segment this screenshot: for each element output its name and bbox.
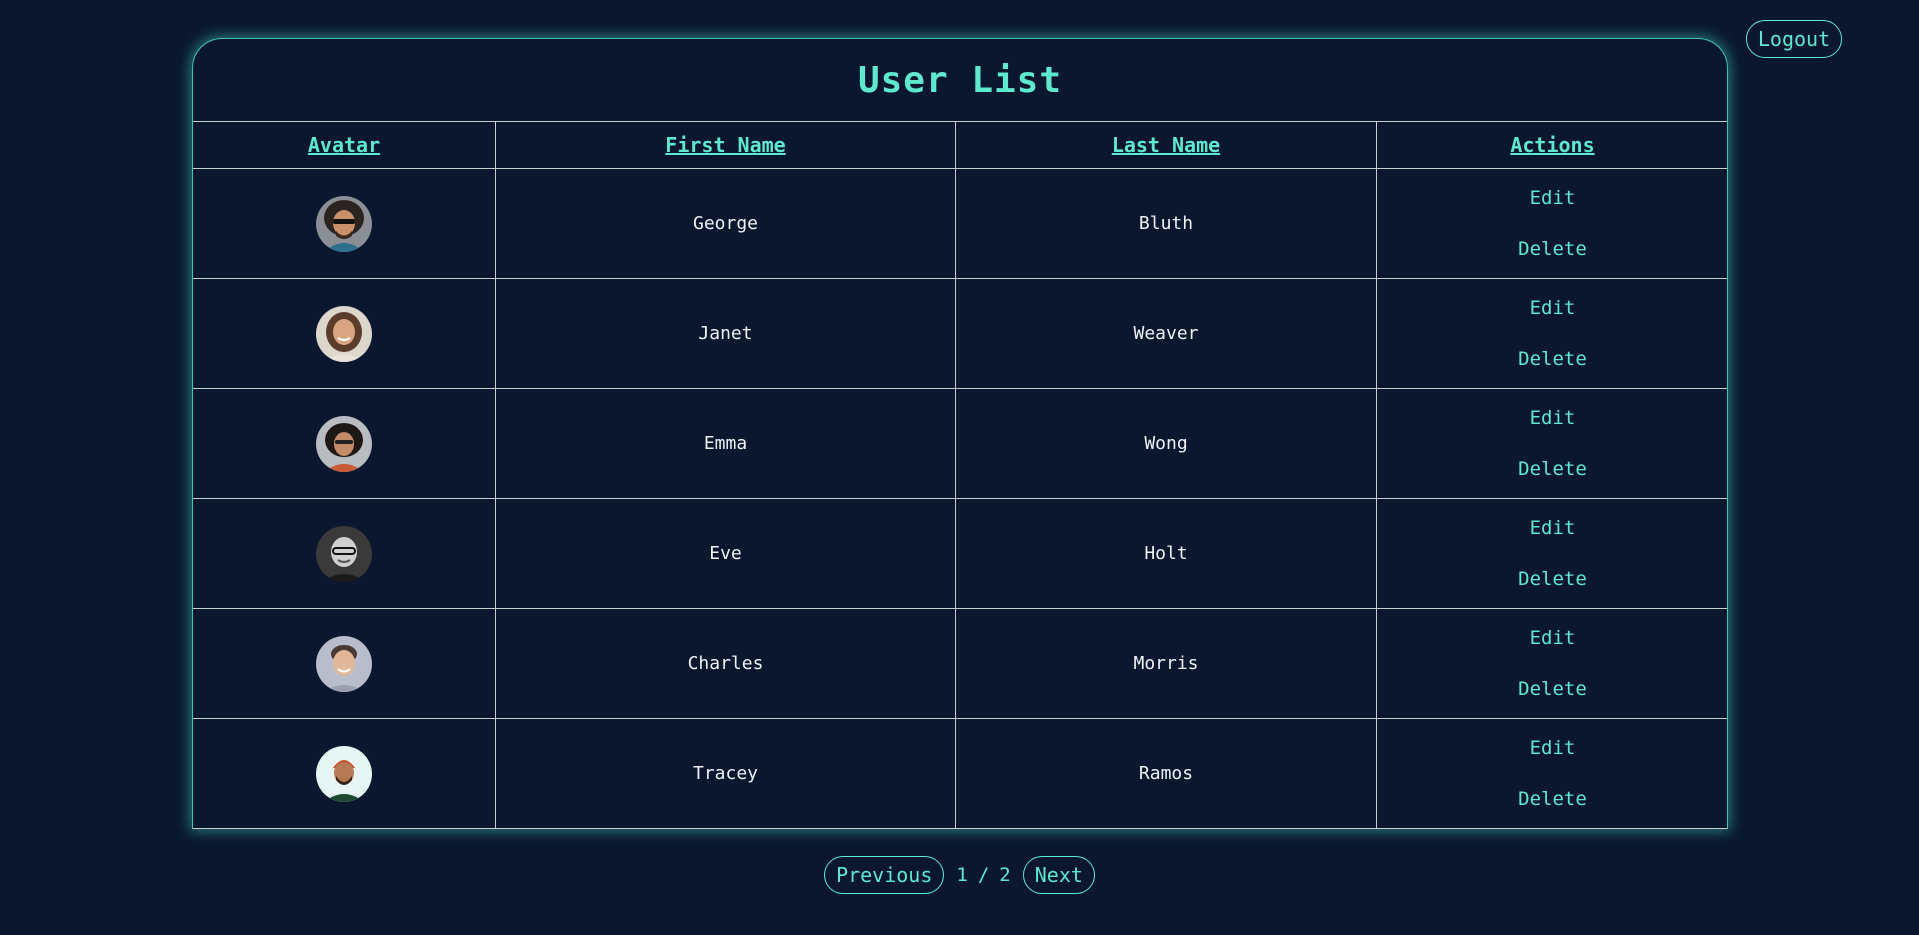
previous-page-button[interactable]: Previous: [824, 856, 945, 894]
table-row: Emma Wong Edit Delete: [193, 388, 1727, 499]
avatar: [316, 635, 372, 692]
column-header-first-name: First Name: [495, 121, 956, 169]
column-header-avatar: Avatar: [193, 121, 496, 169]
avatar: [316, 305, 372, 362]
page-separator: /: [977, 864, 990, 886]
avatar: [316, 525, 372, 582]
user-list-card: User List Avatar First Name Last Name Ac…: [192, 38, 1728, 829]
avatar-cell: [193, 278, 496, 389]
sort-actions-link[interactable]: Actions: [1510, 133, 1594, 157]
actions-cell: Edit Delete: [1376, 388, 1727, 499]
first-name-cell: Tracey: [495, 718, 956, 829]
delete-button[interactable]: Delete: [1377, 455, 1727, 483]
edit-button[interactable]: Edit: [1377, 184, 1727, 212]
edit-button[interactable]: Edit: [1377, 404, 1727, 432]
user-table: Avatar First Name Last Name Actions Geor…: [193, 121, 1727, 829]
avatar: [316, 195, 372, 252]
pagination: Previous 1 / 2 Next: [0, 856, 1919, 894]
first-name-cell: Janet: [495, 278, 956, 389]
avatar-cell: [193, 608, 496, 719]
total-pages-number: 2: [999, 864, 1011, 886]
edit-button[interactable]: Edit: [1377, 514, 1727, 542]
table-header-row: Avatar First Name Last Name Actions: [193, 121, 1727, 169]
delete-button[interactable]: Delete: [1377, 235, 1727, 263]
next-page-button[interactable]: Next: [1022, 856, 1095, 894]
column-header-last-name: Last Name: [955, 121, 1377, 169]
edit-button[interactable]: Edit: [1377, 624, 1727, 652]
avatar-cell: [193, 168, 496, 279]
first-name-cell: Charles: [495, 608, 956, 719]
table-row: Janet Weaver Edit Delete: [193, 278, 1727, 389]
delete-button[interactable]: Delete: [1377, 785, 1727, 813]
user-list-page: Logout User List Avatar First Name Last …: [0, 0, 1919, 935]
sort-first-name-link[interactable]: First Name: [665, 133, 785, 157]
delete-button[interactable]: Delete: [1377, 565, 1727, 593]
avatar-cell: [193, 388, 496, 499]
current-page-number: 1: [956, 864, 968, 886]
edit-button[interactable]: Edit: [1377, 294, 1727, 322]
last-name-cell: Morris: [955, 608, 1377, 719]
last-name-cell: Weaver: [955, 278, 1377, 389]
table-row: Eve Holt Edit Delete: [193, 498, 1727, 609]
column-header-actions: Actions: [1376, 121, 1727, 169]
actions-cell: Edit Delete: [1376, 168, 1727, 279]
last-name-cell: Ramos: [955, 718, 1377, 829]
first-name-cell: George: [495, 168, 956, 279]
delete-button[interactable]: Delete: [1377, 345, 1727, 373]
last-name-cell: Wong: [955, 388, 1377, 499]
actions-cell: Edit Delete: [1376, 608, 1727, 719]
table-row: Charles Morris Edit Delete: [193, 608, 1727, 719]
actions-cell: Edit Delete: [1376, 498, 1727, 609]
last-name-cell: Bluth: [955, 168, 1377, 279]
avatar: [316, 415, 372, 472]
actions-cell: Edit Delete: [1376, 278, 1727, 389]
avatar: [316, 745, 372, 802]
sort-last-name-link[interactable]: Last Name: [1112, 133, 1220, 157]
table-row: Tracey Ramos Edit Delete: [193, 718, 1727, 829]
table-row: George Bluth Edit Delete: [193, 168, 1727, 279]
edit-button[interactable]: Edit: [1377, 734, 1727, 762]
avatar-cell: [193, 718, 496, 829]
actions-cell: Edit Delete: [1376, 718, 1727, 829]
delete-button[interactable]: Delete: [1377, 675, 1727, 703]
page-indicator: 1 / 2: [956, 864, 1010, 886]
first-name-cell: Emma: [495, 388, 956, 499]
last-name-cell: Holt: [955, 498, 1377, 609]
sort-avatar-link[interactable]: Avatar: [308, 133, 380, 157]
logout-button[interactable]: Logout: [1746, 20, 1842, 58]
avatar-cell: [193, 498, 496, 609]
page-title: User List: [857, 59, 1063, 101]
first-name-cell: Eve: [495, 498, 956, 609]
